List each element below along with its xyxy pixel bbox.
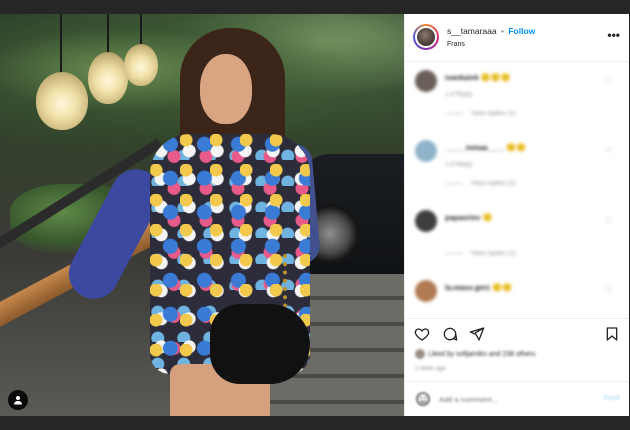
comments-list[interactable]: ivankaivk 🙂🙂🙂 1 d Reply View replies (1)…	[405, 62, 630, 318]
bookmark-icon	[606, 327, 618, 341]
comment-author[interactable]: ivankaivk 🙂🙂🙂	[445, 73, 511, 82]
comment-avatar[interactable]	[415, 70, 437, 92]
likes-summary[interactable]: Liked by sofijamiks and 238 others	[415, 349, 535, 359]
location-link[interactable]: Frans	[447, 41, 465, 48]
view-replies-button[interactable]: View replies (1)	[445, 180, 516, 187]
post-panel: s__tamaraaa • Follow Frans ••• ivankaivk…	[404, 14, 630, 416]
post-timestamp[interactable]: 1 week ago	[415, 366, 446, 372]
share-icon	[469, 327, 485, 341]
separator: •	[501, 26, 504, 36]
comment-item: papaoriev 🙂 View replies (1) ♡	[405, 202, 630, 272]
comment-like-icon[interactable]: ♡	[605, 76, 612, 85]
comment-input[interactable]	[439, 391, 579, 407]
top-bar	[0, 0, 630, 14]
comment-item: la.mase.gm1 🙂🙂 ♡	[405, 272, 630, 318]
tagged-users-button[interactable]	[8, 390, 28, 410]
comment-like-icon[interactable]: ♡	[605, 146, 612, 155]
comment-like-icon[interactable]: ♡	[605, 286, 612, 295]
comment-item: ivankaivk 🙂🙂🙂 1 d Reply View replies (1)…	[405, 62, 630, 132]
view-replies-button[interactable]: View replies (1)	[445, 110, 516, 117]
user-icon	[14, 396, 22, 405]
avatar[interactable]	[413, 24, 439, 50]
light-bulb	[124, 44, 158, 86]
liker-avatar	[415, 349, 425, 359]
comment-button[interactable]	[441, 325, 459, 343]
comment-icon	[443, 327, 458, 341]
face	[200, 54, 252, 124]
comment-meta[interactable]: 1 d Reply	[445, 161, 472, 168]
bulb-cord	[60, 14, 62, 74]
bulb-cord	[107, 14, 109, 54]
comment-author[interactable]: papaoriev 🙂	[445, 213, 493, 222]
more-options-icon[interactable]: •••	[607, 28, 620, 42]
comment-avatar[interactable]	[415, 140, 437, 162]
post-comment-button[interactable]: Post	[604, 393, 620, 402]
like-button[interactable]	[413, 325, 431, 343]
comment-author[interactable]: _____mmaa____ 🙂🙂	[445, 143, 526, 152]
post-header: s__tamaraaa • Follow Frans •••	[405, 14, 630, 62]
bottom-bar	[0, 416, 630, 430]
username-link[interactable]: s__tamaraaa	[447, 26, 497, 36]
handbag	[210, 304, 310, 384]
light-bulb	[88, 52, 128, 104]
comment-avatar[interactable]	[415, 280, 437, 302]
comment-author[interactable]: la.mase.gm1 🙂🙂	[445, 283, 512, 292]
username-line: s__tamaraaa • Follow	[447, 26, 535, 36]
comment-avatar[interactable]	[415, 210, 437, 232]
follow-button[interactable]: Follow	[508, 26, 535, 36]
comment-like-icon[interactable]: ♡	[605, 216, 612, 225]
light-bulb	[36, 72, 88, 130]
add-comment-bar: Post	[405, 381, 630, 415]
share-button[interactable]	[468, 325, 486, 343]
bulb-cord	[140, 14, 142, 46]
heart-icon	[414, 328, 430, 341]
comment-meta[interactable]: 1 d Reply	[445, 91, 472, 98]
action-bar: Liked by sofijamiks and 238 others 1 wee…	[405, 318, 630, 414]
post-photo[interactable]	[0, 14, 404, 416]
smile-icon[interactable]	[415, 391, 431, 407]
save-button[interactable]	[603, 325, 621, 343]
view-replies-button[interactable]: View replies (1)	[445, 250, 516, 257]
comment-item: _____mmaa____ 🙂🙂 1 d Reply View replies …	[405, 132, 630, 202]
